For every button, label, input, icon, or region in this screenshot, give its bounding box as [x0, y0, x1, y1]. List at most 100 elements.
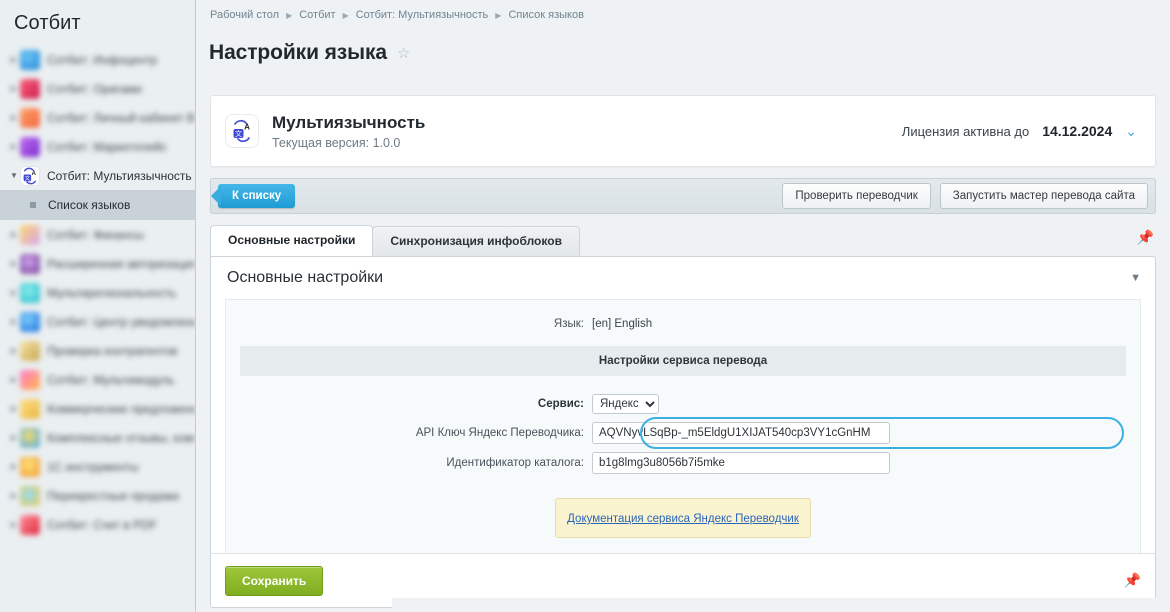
sidebar-item-0[interactable]: ▶ Сотбит: Инфоцентр — [0, 45, 195, 74]
circle-purple-icon — [20, 254, 40, 274]
shape-orange-icon — [20, 108, 40, 128]
settings-panel: Основные настройки ▼ Язык: [en] English … — [210, 256, 1156, 608]
pin-cyan-icon — [20, 283, 40, 303]
api-key-input[interactable] — [592, 422, 890, 444]
sidebar-item-label: Сотбит: Оригами — [47, 82, 142, 96]
check-translator-button[interactable]: Проверить переводчик — [782, 183, 930, 209]
service-label: Сервис: — [226, 398, 592, 410]
catalog-id-input[interactable] — [592, 452, 890, 474]
chevron-right-icon[interactable]: ▶ — [8, 492, 20, 500]
translate-icon: 文 A — [20, 166, 40, 186]
sidebar-item-13[interactable]: ▶ 1С инструменты — [0, 452, 195, 481]
sidebar-item-6[interactable]: ▶Расширенная авторизация — [0, 249, 195, 278]
sidebar-item-label: Сотбит: Личный кабинет B2B — [47, 111, 195, 125]
sidebar-item-14[interactable]: ▶ Перекрестные продажи — [0, 481, 195, 510]
sidebar-item-15[interactable]: ▶ Сотбит: Счет в PDF — [0, 510, 195, 539]
service-select[interactable]: Яндекс — [592, 394, 659, 414]
language-value: [en] English — [592, 318, 652, 330]
sidebar-item-7[interactable]: ▶ Мультирегиональность — [0, 278, 195, 307]
run-translation-wizard-button[interactable]: Запустить мастер перевода сайта — [940, 183, 1148, 209]
chevron-down-icon[interactable]: ⌄ — [1125, 123, 1137, 140]
caret-down-icon[interactable]: ▼ — [1130, 272, 1141, 284]
app-meta: Мультиязычность Текущая версия: 1.0.0 — [272, 112, 902, 150]
documentation-box: Документация сервиса Яндекс Переводчик — [555, 498, 811, 538]
license-prefix: Лицензия активна до — [902, 124, 1029, 139]
svg-text:A: A — [244, 123, 250, 132]
sidebar-item-label: Коммерческие предложения — [47, 402, 195, 416]
shape-purple-icon — [20, 137, 40, 157]
pushpin-icon[interactable]: 📌 — [1137, 229, 1154, 246]
chevron-right-icon[interactable]: ▶ — [8, 114, 20, 122]
documentation-link[interactable]: Документация сервиса Яндекс Переводчик — [567, 513, 799, 525]
cart-yellow-icon — [20, 486, 40, 506]
sidebar-item-8[interactable]: ▶ Сотбит: Центр уведомлений — [0, 307, 195, 336]
sidebar-item-label: Перекрестные продажи — [47, 489, 179, 503]
breadcrumb-separator-icon: ▶ — [495, 11, 501, 20]
pdf-red-icon — [20, 515, 40, 535]
save-button[interactable]: Сохранить — [225, 566, 323, 596]
chevron-right-icon[interactable]: ▶ — [8, 260, 20, 268]
sidebar-item-9[interactable]: ▶Проверка контрагентов — [0, 336, 195, 365]
sidebar-title: Сотбит — [0, 0, 195, 45]
catalog-id-label: Идентификатор каталога: — [226, 457, 592, 469]
main-content: Рабочий стол ▶ Сотбит ▶ Сотбит: Мультияз… — [196, 0, 1170, 612]
sidebar-item-language-list[interactable]: Список языков — [0, 190, 195, 220]
chevron-down-icon[interactable]: ▼ — [8, 172, 20, 180]
gear-orange-icon — [20, 457, 40, 477]
chevron-right-icon[interactable]: ▶ — [8, 405, 20, 413]
grid-pink-icon — [20, 370, 40, 390]
chevron-right-icon[interactable]: ▶ — [8, 521, 20, 529]
breadcrumb-item-1[interactable]: Сотбит — [299, 9, 335, 21]
bell-blue-icon — [20, 312, 40, 332]
chevron-right-icon[interactable]: ▶ — [8, 56, 20, 64]
folder-yellow-icon — [20, 225, 40, 245]
pushpin-icon[interactable]: 📌 — [1124, 572, 1141, 589]
settings-section: Язык: [en] English Настройки сервиса пер… — [225, 299, 1141, 560]
breadcrumb-item-2[interactable]: Сотбит: Мультиязычность — [356, 9, 489, 21]
sidebar-item-2[interactable]: ▶ Сотбит: Личный кабинет B2B — [0, 103, 195, 132]
sidebar-item-4[interactable]: ▼ 文 A Сотбит: Мультиязычность — [0, 161, 195, 190]
back-to-list-button[interactable]: К списку — [218, 184, 295, 208]
sidebar-item-label: Сотбит: Инфоцентр — [47, 53, 157, 67]
sidebar-item-1[interactable]: ▶ Сотбит: Оригами — [0, 74, 195, 103]
api-key-label: API Ключ Яндекс Переводчика: — [226, 427, 592, 439]
chevron-right-icon[interactable]: ▶ — [8, 318, 20, 326]
sidebar-item-label: Сотбит: Маркетплейс — [47, 140, 167, 154]
page-title-row: Настройки языка ☆ — [196, 21, 1170, 79]
panel-header: Основные настройки ▼ — [211, 257, 1155, 299]
tab-bar: Основные настройки Синхронизация инфобло… — [210, 226, 1156, 256]
chevron-right-icon[interactable]: ▶ — [8, 376, 20, 384]
sidebar-item-11[interactable]: ▶ Коммерческие предложения — [0, 394, 195, 423]
sidebar-item-label: Сотбит: Центр уведомлений — [47, 315, 195, 329]
sidebar-item-label: Сотбит: Счет в PDF — [47, 518, 157, 532]
chevron-right-icon[interactable]: ▶ — [8, 347, 20, 355]
license-date: 14.12.2024 — [1042, 123, 1112, 139]
user-check-icon — [20, 341, 40, 361]
chevron-right-icon[interactable]: ▶ — [8, 434, 20, 442]
language-label: Язык: — [226, 318, 592, 330]
app-window: Сотбит ▶ Сотбит: Инфоцентр ▶ Сотбит: Оригам… — [0, 0, 1170, 612]
sidebar-item-10[interactable]: ▶Сотбит: Мультимодуль — [0, 365, 195, 394]
sidebar-nav-list: ▶Сотбит: Инфоцентр▶Сотбит: Оригами▶Сотби… — [0, 45, 195, 539]
sidebar-item-label: 1С инструменты — [47, 460, 139, 474]
app-info-card: 文 A Мультиязычность Текущая версия: 1.0.… — [210, 95, 1156, 167]
sidebar-item-12[interactable]: ▶Комплексные отзывы, коммент — [0, 423, 195, 452]
star-icon[interactable]: ☆ — [397, 44, 410, 62]
catalog-id-row: Идентификатор каталога: — [226, 448, 1140, 478]
panel-title: Основные настройки — [227, 269, 1130, 287]
bullet-icon — [30, 202, 36, 208]
tab-infoblock-sync[interactable]: Синхронизация инфоблоков — [372, 226, 580, 256]
sidebar-item-label: Мультирегиональность — [47, 286, 176, 300]
breadcrumb-item-3[interactable]: Список языков — [508, 9, 583, 21]
sidebar-item-3[interactable]: ▶ Сотбит: Маркетплейс — [0, 132, 195, 161]
tab-main-settings[interactable]: Основные настройки — [210, 225, 373, 256]
chevron-right-icon[interactable]: ▶ — [8, 231, 20, 239]
sidebar-item-5[interactable]: ▶Сотбит: Финансы — [0, 220, 195, 249]
breadcrumb-item-0[interactable]: Рабочий стол — [210, 9, 279, 21]
chevron-right-icon[interactable]: ▶ — [8, 143, 20, 151]
chevron-right-icon[interactable]: ▶ — [8, 289, 20, 297]
chevron-right-icon[interactable]: ▶ — [8, 85, 20, 93]
chevron-right-icon[interactable]: ▶ — [8, 463, 20, 471]
breadcrumb-separator-icon: ▶ — [286, 11, 292, 20]
sidebar-item-label: Сотбит: Мультиязычность — [47, 169, 192, 183]
